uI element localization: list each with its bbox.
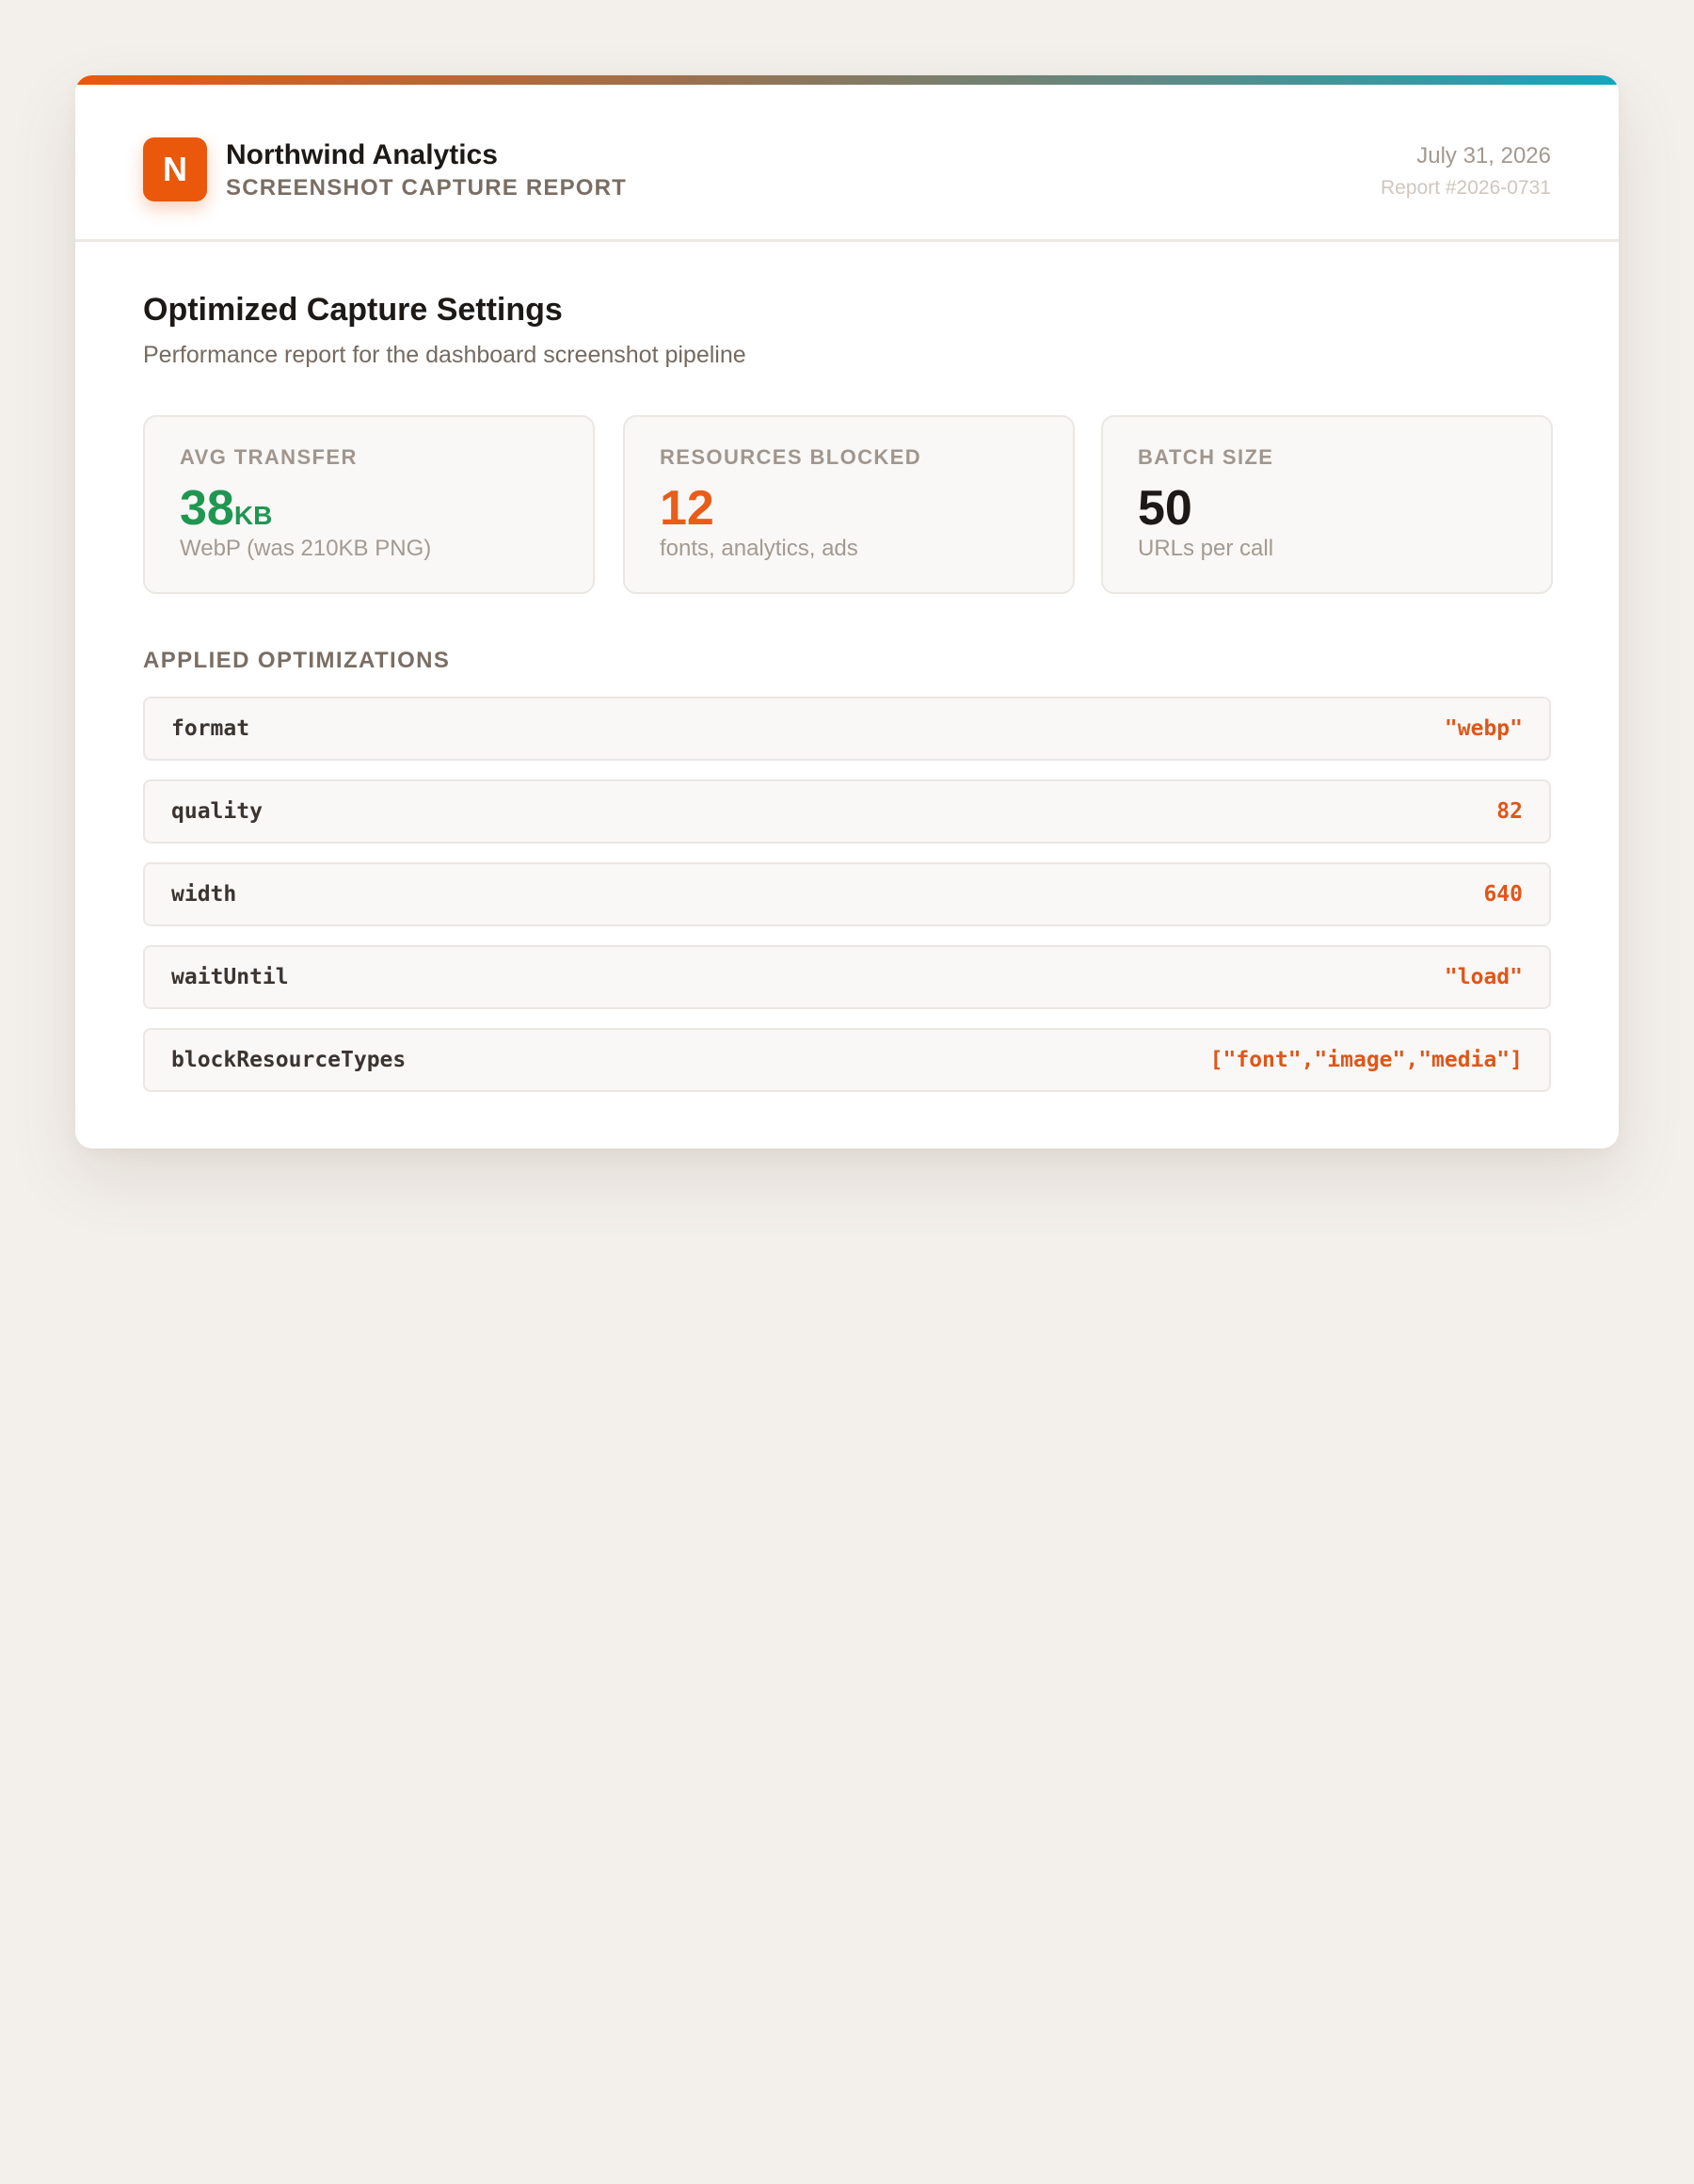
stat-card-batch-size: BATCH SIZE 50 URLs per call [1101, 415, 1553, 594]
stat-number: 38 [180, 481, 234, 536]
section-title-optimizations: APPLIED OPTIMIZATIONS [143, 648, 451, 673]
optimization-value: 82 [1496, 799, 1523, 824]
page-subtitle: Performance report for the dashboard scr… [143, 342, 746, 368]
optimization-row: width 640 [143, 862, 1551, 926]
optimization-row: format "webp" [143, 697, 1551, 761]
report-card: N Northwind Analytics SCREENSHOT CAPTURE… [75, 75, 1619, 1148]
report-header: N Northwind Analytics SCREENSHOT CAPTURE… [75, 85, 1619, 242]
stat-value: 12 [660, 479, 714, 538]
brand-logo: N [143, 137, 207, 201]
optimization-row: quality 82 [143, 779, 1551, 843]
brand-name: Northwind Analytics [226, 139, 498, 170]
stat-card-resources-blocked: RESOURCES BLOCKED 12 fonts, analytics, a… [623, 415, 1075, 594]
stat-number: 50 [1138, 481, 1192, 536]
stat-note: fonts, analytics, ads [660, 536, 858, 561]
stats-row: AVG TRANSFER 38KB WebP (was 210KB PNG) R… [143, 415, 1553, 594]
optimization-row: blockResourceTypes ["font","image","medi… [143, 1028, 1551, 1092]
optimization-row: waitUntil "load" [143, 945, 1551, 1009]
stat-value: 50 [1138, 479, 1192, 538]
report-id: Report #2026-0731 [1381, 177, 1551, 199]
stat-label: RESOURCES BLOCKED [660, 445, 922, 469]
accent-bar [75, 75, 1619, 85]
stat-note: URLs per call [1138, 536, 1274, 561]
stat-label: AVG TRANSFER [180, 445, 358, 469]
stat-note: WebP (was 210KB PNG) [180, 536, 432, 561]
optimization-key: width [171, 882, 237, 907]
optimization-key: format [171, 716, 250, 741]
stat-number: 12 [660, 481, 714, 536]
optimization-key: blockResourceTypes [171, 1048, 407, 1072]
stat-label: BATCH SIZE [1138, 445, 1274, 469]
stat-unit: KB [233, 501, 273, 530]
optimization-value: 640 [1483, 882, 1523, 907]
report-type-label: SCREENSHOT CAPTURE REPORT [226, 175, 628, 201]
report-date: July 31, 2026 [1416, 143, 1551, 169]
optimization-value: ["font","image","media"] [1209, 1048, 1523, 1072]
optimization-key: waitUntil [171, 965, 289, 989]
optimization-value: "load" [1444, 965, 1523, 989]
optimization-value: "webp" [1444, 716, 1523, 741]
page-title: Optimized Capture Settings [143, 292, 563, 328]
stat-card-avg-transfer: AVG TRANSFER 38KB WebP (was 210KB PNG) [143, 415, 595, 594]
optimization-key: quality [171, 799, 263, 824]
